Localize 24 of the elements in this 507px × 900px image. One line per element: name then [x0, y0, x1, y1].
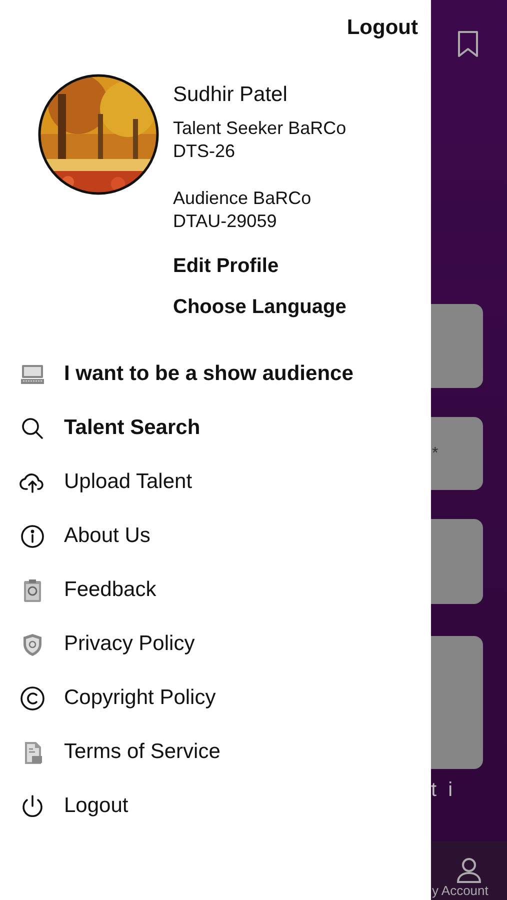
profile-detail: Talent Seeker BaRCo — [173, 117, 346, 140]
profile-action-link[interactable]: Choose Language — [173, 296, 346, 319]
menu-item[interactable]: Copyright Policy — [19, 671, 431, 725]
tab-label[interactable]: y Account — [432, 883, 488, 898]
user-name: Sudhir Patel — [173, 83, 288, 107]
menu-item[interactable]: I want to be a show audience — [19, 347, 431, 401]
logout-link[interactable]: Logout — [346, 16, 418, 40]
menu-item[interactable]: Upload Talent — [19, 455, 431, 509]
bookmark-icon[interactable] — [456, 30, 480, 58]
menu-item[interactable]: Privacy Policy — [19, 617, 431, 671]
partial-text: t i — [431, 779, 457, 803]
card-text: * — [432, 444, 438, 462]
profile-detail: Audience BaRCo — [173, 187, 312, 210]
menu-item[interactable]: Feedback — [19, 563, 431, 617]
menu-item[interactable]: Logout — [19, 779, 431, 833]
menu-item[interactable]: About Us — [19, 509, 431, 563]
copyright-icon — [19, 684, 46, 712]
person-icon[interactable] — [456, 857, 482, 883]
info-icon — [19, 522, 46, 550]
menu-item[interactable]: Terms of Service — [19, 725, 431, 779]
profile-detail: DTS-26 — [173, 140, 236, 163]
profile-action-link[interactable]: Edit Profile — [173, 255, 346, 278]
profile-detail: DTAU-29059 — [173, 210, 278, 233]
menu-item[interactable]: Talent Search — [19, 401, 431, 455]
